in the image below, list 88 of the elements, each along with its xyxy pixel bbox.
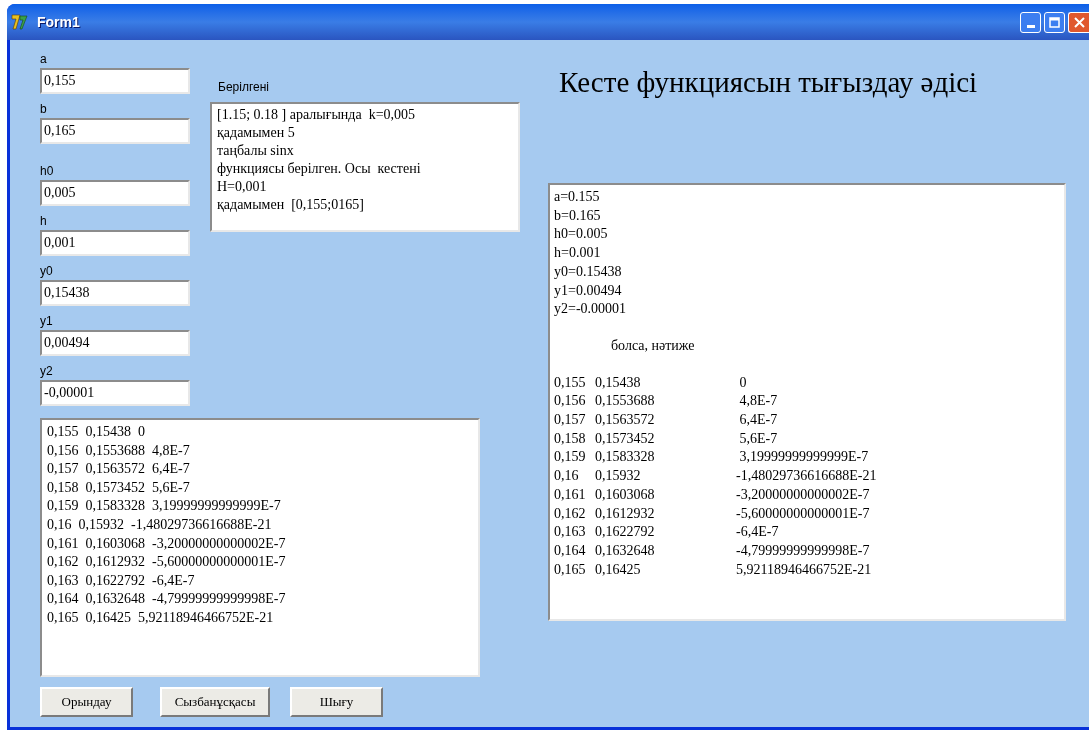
memo-line: y0=0.15438 [554,262,622,281]
memo-line: 0,159 0,1583328 3,19999999999999E-7 [47,497,281,516]
maximize-icon [1049,16,1060,28]
memo-cell-text: 0,155 [554,373,587,392]
memo-line: 0,16 0,15932 -1,48029736616688E-21 [47,515,272,534]
field-label: h [40,214,48,228]
memo-line: таңбалы sinx [217,142,295,160]
memo-line: 0,156 0,1553688 4,8E-7 [47,441,190,460]
memo-line: h=0.001 [554,244,601,263]
memo-cell-text: 0,157 [554,411,587,430]
memo-line: a=0.155 [554,188,600,206]
memo-line: 0,157 0,1563572 6,4E-7 [47,460,190,479]
input-field[interactable]: 0,155 [40,68,190,94]
memo-line: h0=0.005 [554,225,608,244]
field-label: y0 [40,264,54,278]
output-memo[interactable] [548,183,1066,621]
memo-line: қадамымен 5 [217,124,296,142]
memo-cell-text: 3,19999999999999E-7 [738,448,869,467]
action-button[interactable]: Шығу [290,687,383,717]
memo-line: 0,155 0,15438 0 [47,423,145,441]
memo-cell-text: 6,4E-7 [738,411,778,430]
memo-cell-text: 0,15932 [595,467,642,486]
given-memo[interactable]: [1.15; 0.18 ] аралығында k=0,005 қадамымен 5 таңбалы sinx функциясы берілген. Осы кестені H=0,001 қадамымен [0,155;0165] [210,102,520,232]
input-field[interactable]: 0,005 [40,180,190,206]
memo-cell: -1,48029736616688E-21 [736,467,877,486]
memo-line: болса, нәтиже [611,336,695,355]
memo-cell-text: 0,1603068 [595,485,656,504]
memo-cell-text: 0,1563572 [595,411,656,430]
given-label: Берілгені [218,79,270,96]
memo-cell-text: 0,159 [554,448,587,467]
memo-cell-text: 0,1622792 [595,523,656,542]
memo-cell-text: -3,20000000000002E-7 [736,485,870,504]
maximize-button[interactable] [1044,11,1065,33]
input-field[interactable]: 0,00494 [40,330,190,356]
memo-cell-text: 0,16 [554,467,580,486]
memo-cell-text: 0,158 [554,429,587,448]
field-label: y2 [40,364,54,378]
memo-cell-text: -4,79999999999998E-7 [736,541,870,560]
memo-line: y2=-0.00001 [554,300,627,319]
close-icon [1073,16,1085,28]
memo-line: 0,162 0,1612932 -5,60000000000001E-7 [47,553,286,572]
memo-line: 0,165 0,16425 5,92118946466752E-21 [47,608,274,627]
memo-cell-text: 0,165 [554,560,587,579]
memo-line: 0,163 0,1622792 -6,4E-7 [47,571,195,590]
memo-line: b=0.165 [554,206,601,225]
minimize-button[interactable] [1020,11,1041,33]
memo-line: 0,161 0,1603068 -3,20000000000002E-7 [47,534,286,553]
memo-line: функциясы берілген. Осы кестені [217,160,422,178]
memo-line: 0,158 0,1573452 5,6E-7 [47,478,190,497]
field-label: a [40,52,48,66]
memo-cell-text: 0,1573452 [595,429,656,448]
memo-line: қадамымен [0,155;0165] [217,196,365,214]
window-title: Form1 [37,12,80,32]
input-field[interactable]: 0,165 [40,118,190,144]
memo-cell-text: 0,162 [554,504,587,523]
memo-cell-text: 0,164 [554,541,587,560]
memo-line: 0,164 0,1632648 -4,79999999999998E-7 [47,590,286,609]
results-memo[interactable] [40,418,480,677]
action-button[interactable]: Сызбанұсқасы [160,687,270,717]
memo-cell-text: 0,1612932 [595,504,656,523]
memo-line: [1.15; 0.18 ] аралығында k=0,005 [217,106,417,124]
memo-line: y1=0.00494 [554,281,622,300]
memo-line: H=0,001 [217,178,268,196]
memo-cell-text: 0 [738,373,747,392]
action-button[interactable]: Орындау [40,687,133,717]
app-icon [11,13,31,31]
form-heading: Кесте функциясын тығыздау әдісі [559,65,979,100]
memo-cell-text: 5,6E-7 [738,429,778,448]
memo-cell-text: 0,163 [554,523,587,542]
memo-cell-text: 0,1553688 [595,392,656,411]
memo-cell-text: 4,8E-7 [738,392,778,411]
input-field[interactable]: -0,00001 [40,380,190,406]
memo-cell: -6,4E-7 [736,523,779,542]
memo-cell-text: 5,92118946466752E-21 [736,560,872,579]
input-field[interactable]: 0,001 [40,230,190,256]
memo-cell-text: -5,60000000000001E-7 [736,504,870,523]
memo-cell-text: 0,1632648 [595,541,656,560]
field-label: b [40,102,48,116]
memo-cell-text: 0,16425 [595,560,642,579]
memo-cell-text: 0,1583328 [595,448,656,467]
close-button[interactable] [1068,11,1089,33]
memo-cell-text: 0,15438 [595,373,642,392]
memo-cell-text: 0,161 [554,485,587,504]
memo-cell-text: 0,156 [554,392,587,411]
field-label: y1 [40,314,54,328]
minimize-icon [1026,24,1035,28]
input-field[interactable]: 0,15438 [40,280,190,306]
field-label: h0 [40,164,55,178]
